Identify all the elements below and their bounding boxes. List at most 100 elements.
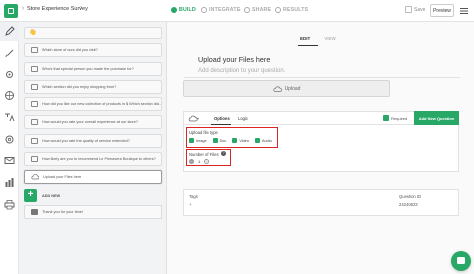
- question-card[interactable]: Who's that special person you made the p…: [24, 62, 162, 76]
- add-tag-button[interactable]: +: [189, 202, 191, 207]
- step-label: INTEGRATE: [209, 7, 241, 13]
- upload-dropzone[interactable]: Upload: [183, 80, 390, 97]
- add-new-label[interactable]: ADD NEW: [42, 194, 60, 198]
- options-tab-underline: [211, 124, 231, 125]
- menu-icon[interactable]: [459, 6, 469, 16]
- tab-active-underline: [298, 45, 318, 46]
- file-type-label: Upload file type: [189, 130, 218, 135]
- flag-icon: [31, 209, 38, 215]
- required-checkbox[interactable]: [383, 115, 389, 121]
- tags-label: Tags: [189, 194, 198, 199]
- step-label: BUILD: [179, 7, 196, 13]
- chevron-right-icon[interactable]: ›: [80, 5, 82, 11]
- save-checkbox[interactable]: [405, 6, 412, 13]
- file-type-label: Video: [239, 138, 249, 143]
- left-rail: [0, 22, 19, 274]
- step-results[interactable]: RESULTS: [275, 7, 308, 13]
- tab-logic[interactable]: Logic: [238, 116, 248, 121]
- file-type-doc[interactable]: Doc: [212, 138, 227, 143]
- question-text: How would you rate the quality of servic…: [42, 139, 130, 143]
- increment-button[interactable]: +: [204, 159, 210, 164]
- add-new-question-button[interactable]: +: [24, 189, 37, 202]
- file-type-options: Image Doc Video Audio: [189, 138, 272, 143]
- globe-icon[interactable]: [4, 90, 15, 101]
- chat-icon: [457, 257, 465, 264]
- text-question-icon: [31, 138, 38, 144]
- question-id-value: 24240623: [399, 202, 418, 207]
- step-build[interactable]: BUILD: [171, 7, 196, 13]
- question-text: How likely are you to recommend Le Prima…: [42, 157, 156, 161]
- save-label[interactable]: Save: [414, 7, 425, 13]
- check-circle-icon: [171, 7, 177, 13]
- file-type-image[interactable]: Image: [189, 138, 207, 143]
- tab-options[interactable]: Options: [214, 116, 230, 121]
- question-id-label: Question ID: [399, 194, 422, 199]
- checkbox-checked-icon: [212, 138, 218, 143]
- checkbox-checked-icon: [254, 138, 260, 143]
- circle-icon: [244, 7, 250, 13]
- question-card[interactable]: How would you rate your overall experien…: [24, 115, 162, 129]
- file-type-label: Audio: [261, 138, 272, 143]
- text-question-icon: [31, 101, 38, 107]
- pencil-icon[interactable]: [4, 26, 15, 37]
- thank-you-text: Thank you for your time!: [42, 210, 83, 214]
- question-text: Upload your Files here: [43, 175, 82, 179]
- circle-icon: [201, 7, 207, 13]
- app-logo-mark: [8, 8, 14, 14]
- text-question-icon: [31, 119, 38, 125]
- tab-view[interactable]: VIEW: [324, 36, 336, 46]
- brush-icon[interactable]: [4, 48, 15, 59]
- question-description-input[interactable]: Add description to your question.: [198, 68, 285, 74]
- question-card[interactable]: How would you rate the quality of servic…: [24, 134, 162, 148]
- question-card-selected[interactable]: Upload your Files here: [24, 170, 162, 184]
- breadcrumb-separator: ›: [22, 5, 25, 12]
- decrement-button[interactable]: −: [189, 159, 194, 164]
- wave-hand-icon: 👋: [29, 30, 37, 36]
- circle-icon: [275, 7, 281, 13]
- question-card[interactable]: How did you like our new collection of p…: [24, 97, 162, 111]
- text-question-icon: [31, 66, 38, 72]
- question-text: Who's that special person you made the p…: [42, 67, 134, 71]
- welcome-screen-card[interactable]: [24, 27, 162, 39]
- file-type-video[interactable]: Video: [232, 138, 249, 143]
- help-icon[interactable]: ?: [221, 151, 226, 156]
- cloud-upload-icon: [272, 85, 282, 92]
- print-icon[interactable]: [4, 199, 15, 210]
- step-separator: ›: [239, 7, 241, 13]
- file-type-label: Image: [196, 138, 207, 143]
- question-title-input[interactable]: Upload your Files here: [198, 55, 270, 64]
- text-question-icon: [31, 156, 38, 162]
- number-of-files-stepper: − 1 +: [189, 159, 210, 164]
- settings-icon[interactable]: [4, 134, 15, 145]
- file-type-label: Doc: [219, 138, 227, 143]
- divider: [184, 77, 460, 78]
- checkbox-checked-icon: [189, 138, 194, 143]
- question-card[interactable]: How likely are you to recommend Le Prima…: [24, 152, 162, 166]
- gear-icon[interactable]: [4, 69, 15, 80]
- question-text: Which store of ours did you visit?: [42, 48, 98, 52]
- preview-button[interactable]: Preview: [430, 4, 454, 17]
- add-new-question-button[interactable]: Add New Question: [414, 111, 459, 125]
- step-separator: ›: [195, 7, 197, 13]
- thank-you-card[interactable]: Thank you for your time!: [24, 205, 162, 219]
- step-integrate[interactable]: INTEGRATE: [201, 7, 240, 13]
- step-separator: ›: [269, 7, 271, 13]
- number-of-files-value: 1: [198, 159, 201, 164]
- step-share[interactable]: SHARE: [244, 7, 271, 13]
- question-card[interactable]: Which store of ours did you visit?: [24, 43, 162, 57]
- text-question-icon: [31, 84, 38, 90]
- question-list-panel: [19, 22, 167, 274]
- question-text: Which section did you enjoy shopping fro…: [42, 85, 117, 89]
- translate-icon[interactable]: [4, 112, 15, 123]
- question-card[interactable]: Which section did you enjoy shopping fro…: [24, 80, 162, 94]
- file-type-audio[interactable]: Audio: [254, 138, 272, 143]
- question-type-icon[interactable]: [188, 115, 199, 122]
- checkbox-checked-icon: [232, 138, 238, 143]
- survey-title[interactable]: Store Experience Survey: [27, 6, 88, 12]
- required-label[interactable]: Required: [391, 116, 407, 121]
- question-text: How would you rate your overall experien…: [42, 120, 139, 124]
- number-of-files-label: Number of Files: [189, 152, 219, 157]
- chart-icon[interactable]: [4, 177, 15, 188]
- mail-icon[interactable]: [4, 155, 15, 166]
- question-text: How did you like our new collection of p…: [42, 102, 161, 106]
